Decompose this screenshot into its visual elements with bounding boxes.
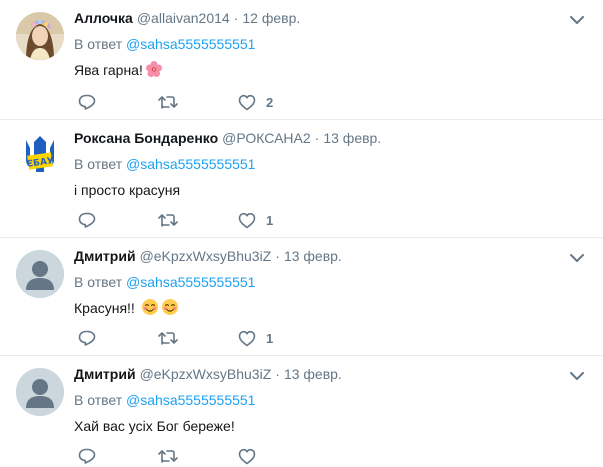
tweet-header: Роксана Бондаренко @РОКСАНА2 · 13 февр. [74, 130, 587, 150]
tweet-text-content: і просто красуня [74, 182, 181, 198]
author-handle[interactable]: @allaivan2014 [137, 10, 230, 26]
reply-icon [78, 448, 96, 464]
retweet-icon [158, 450, 178, 463]
avatar[interactable] [16, 368, 64, 416]
heart-icon [238, 94, 256, 110]
tweet-content: Роксана Бондаренко @РОКСАНА2 · 13 февр. … [74, 130, 587, 200]
like-count: 1 [266, 330, 274, 346]
reply-prefix: В ответ [74, 156, 123, 172]
tweet-text: і просто красуня [74, 180, 587, 200]
hibiscus-icon [145, 60, 163, 83]
reply-prefix: В ответ [74, 36, 123, 52]
tweet-content: Аллочка @allaivan2014 · 12 февр. В ответ… [74, 10, 587, 80]
separator: · [275, 366, 280, 382]
chevron-down-icon[interactable] [567, 368, 587, 384]
tweet-header: Дмитрий @eKpzxWxsyBhu3iZ · 13 февр. [74, 366, 587, 386]
avatar[interactable] [16, 12, 64, 60]
reply-prefix: В ответ [74, 274, 123, 290]
tweet-date[interactable]: 13 февр. [323, 130, 381, 146]
chevron-down-icon[interactable] [567, 12, 587, 28]
heart-icon [238, 330, 256, 346]
reply-button[interactable] [78, 211, 158, 229]
like-button[interactable]: 1 [238, 330, 318, 347]
tweet-text-content: Хай вас усіх Бог береже! [74, 418, 235, 434]
tweet-date[interactable]: 13 февр. [284, 248, 342, 264]
reply-icon [78, 94, 96, 110]
reply-context: В ответ @sahsa5555555551 [74, 272, 587, 292]
reply-icon [78, 330, 96, 346]
tweet-actions [78, 446, 318, 466]
reply-context: В ответ @sahsa5555555551 [74, 34, 587, 54]
tweet-date[interactable]: 13 февр. [284, 366, 342, 382]
tweet-content: Дмитрий @eKpzxWxsyBhu3iZ · 13 февр. В от… [74, 366, 587, 436]
tweet-feed: Аллочка @allaivan2014 · 12 февр. В ответ… [0, 0, 603, 467]
reply-button[interactable] [78, 329, 158, 347]
tweet[interactable]: Аллочка @allaivan2014 · 12 февр. В ответ… [0, 0, 603, 120]
retweet-icon [158, 332, 178, 345]
default-profile-icon [16, 368, 64, 416]
author-name[interactable]: Дмитрий [74, 248, 136, 264]
retweet-icon [158, 214, 178, 227]
retweet-icon [158, 96, 178, 109]
separator: · [233, 10, 239, 26]
tweet[interactable]: Дмитрий @eKpzxWxsyBhu3iZ · 13 февр. В от… [0, 238, 603, 356]
author-name[interactable]: Дмитрий [74, 366, 136, 382]
author-handle[interactable]: @РОКСАНА2 [222, 130, 311, 146]
retweet-button[interactable] [158, 447, 238, 465]
like-count: 1 [266, 212, 274, 228]
tweet-text: Хай вас усіх Бог береже! [74, 416, 587, 436]
tweet-date[interactable]: 12 февр. [242, 10, 300, 26]
like-button[interactable] [238, 448, 318, 465]
trident-emblem-icon: ЄБАУ [16, 132, 64, 180]
tweet-actions: 2 [78, 92, 318, 112]
author-name[interactable]: Аллочка [74, 10, 133, 26]
reply-button[interactable] [78, 93, 158, 111]
reply-context: В ответ @sahsa5555555551 [74, 154, 587, 174]
tweet-text-content: Ява гарна! [74, 62, 143, 78]
author-name[interactable]: Роксана Бондаренко [74, 130, 218, 146]
tweet-text-content: Красуня!! [74, 300, 135, 316]
tweet-text: Красуня!! [74, 298, 587, 318]
separator: · [275, 248, 280, 264]
tweet-content: Дмитрий @eKpzxWxsyBhu3iZ · 13 февр. В от… [74, 248, 587, 318]
reply-context: В ответ @sahsa5555555551 [74, 390, 587, 410]
retweet-button[interactable] [158, 93, 238, 111]
heart-icon [238, 212, 256, 228]
smiling-face-icon [161, 298, 179, 321]
retweet-button[interactable] [158, 211, 238, 229]
reply-mention-link[interactable]: @sahsa5555555551 [126, 392, 255, 408]
avatar[interactable] [16, 250, 64, 298]
tweet-header: Дмитрий @eKpzxWxsyBhu3iZ · 13 февр. [74, 248, 587, 268]
like-button[interactable]: 1 [238, 212, 318, 229]
reply-prefix: В ответ [74, 392, 123, 408]
tweet-text: Ява гарна! [74, 60, 587, 80]
reply-mention-link[interactable]: @sahsa5555555551 [126, 36, 255, 52]
author-handle[interactable]: @eKpzxWxsyBhu3iZ [140, 248, 272, 264]
avatar[interactable]: ЄБАУ [16, 132, 64, 180]
tweet-actions: 1 [78, 210, 318, 230]
chevron-down-icon[interactable] [567, 250, 587, 266]
default-profile-icon [16, 250, 64, 298]
tweet-header: Аллочка @allaivan2014 · 12 февр. [74, 10, 587, 30]
like-count: 2 [266, 94, 274, 110]
heart-icon [238, 448, 256, 464]
retweet-button[interactable] [158, 329, 238, 347]
author-handle[interactable]: @eKpzxWxsyBhu3iZ [140, 366, 272, 382]
like-button[interactable]: 2 [238, 94, 318, 111]
reply-mention-link[interactable]: @sahsa5555555551 [126, 274, 255, 290]
separator: · [314, 130, 320, 146]
smiling-face-icon [141, 298, 159, 321]
reply-mention-link[interactable]: @sahsa5555555551 [126, 156, 255, 172]
reply-icon [78, 212, 96, 228]
tweet-actions: 1 [78, 328, 318, 348]
woman-portrait-icon [16, 12, 64, 60]
tweet[interactable]: Дмитрий @eKpzxWxsyBhu3iZ · 13 февр. В от… [0, 356, 603, 467]
tweet[interactable]: ЄБАУ Роксана Бондаренко @РОКСАНА2 · 13 ф… [0, 120, 603, 238]
reply-button[interactable] [78, 447, 158, 465]
